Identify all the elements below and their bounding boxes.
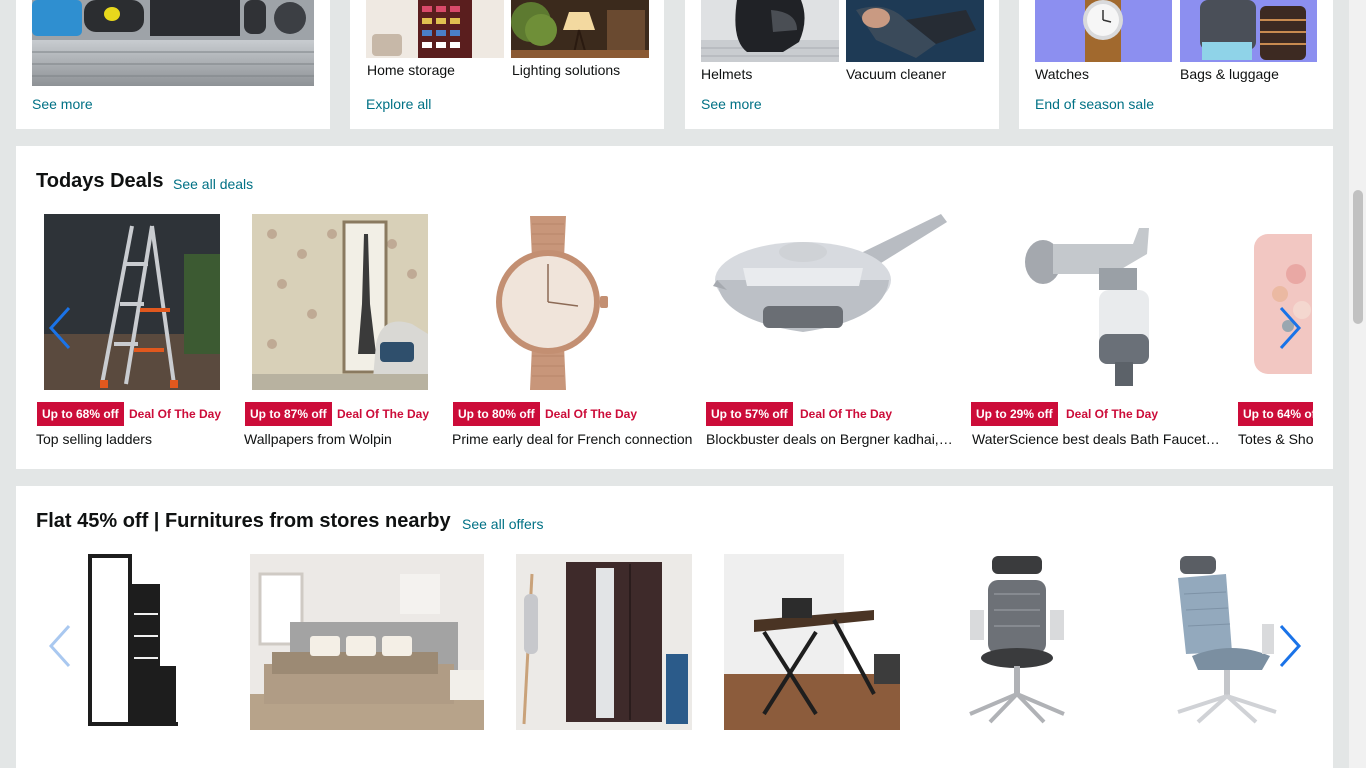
- card-home: Home storage Lighting solutions Explore …: [350, 0, 664, 129]
- lighting-solutions-image[interactable]: [511, 0, 649, 58]
- chevron-left-icon: [48, 624, 71, 668]
- see-all-offers-link[interactable]: See all offers: [462, 516, 543, 532]
- carousel-next-button[interactable]: [1270, 298, 1310, 358]
- furniture-mirror-stand-image[interactable]: [74, 554, 194, 730]
- card-fashion: Watches Bags & luggage End of season sal…: [1019, 0, 1333, 129]
- bags-luggage-image[interactable]: [1180, 0, 1317, 62]
- carousel-next-button[interactable]: [1270, 616, 1310, 676]
- deal-title[interactable]: WaterScience best deals Bath Faucets ...: [972, 431, 1220, 447]
- deal-of-the-day-label: Deal Of The Day: [800, 407, 893, 421]
- deal-badge: Up to 29% off: [971, 402, 1058, 426]
- chevron-right-icon: [1279, 306, 1302, 350]
- tile-label-vacuum-cleaner[interactable]: Vacuum cleaner: [846, 66, 946, 82]
- deal-badge: Up to 64% of: [1238, 402, 1313, 426]
- furniture-section: Flat 45% off | Furnitures from stores ne…: [16, 486, 1333, 768]
- card-automotive: Helmets Vacuum cleaner See more: [685, 0, 999, 129]
- deal-image-kadhai[interactable]: [713, 214, 947, 390]
- scroll-thumb[interactable]: [1353, 190, 1363, 324]
- see-all-deals-link[interactable]: See all deals: [173, 176, 253, 192]
- electronics-image[interactable]: [32, 0, 314, 86]
- tile-label-watches[interactable]: Watches: [1035, 66, 1089, 82]
- deal-of-the-day-label: Deal Of The Day: [1066, 407, 1159, 421]
- tile-label-lighting-solutions[interactable]: Lighting solutions: [512, 62, 620, 78]
- tile-label-home-storage[interactable]: Home storage: [367, 62, 455, 78]
- end-of-season-sale-link[interactable]: End of season sale: [1035, 96, 1154, 112]
- furniture-title: Flat 45% off | Furnitures from stores ne…: [36, 510, 451, 532]
- furniture-wardrobe-image[interactable]: [516, 554, 692, 730]
- card-electronics: See more: [16, 0, 330, 129]
- furniture-office-chair-image[interactable]: [950, 554, 1090, 730]
- see-more-link[interactable]: See more: [32, 96, 93, 112]
- deal-image-faucet[interactable]: [1023, 214, 1173, 390]
- deal-title[interactable]: Prime early deal for French connection: [452, 431, 696, 447]
- deal-title[interactable]: Blockbuster deals on Bergner kadhai, t..…: [706, 431, 954, 447]
- page-scrollbar[interactable]: [1349, 0, 1366, 768]
- furniture-bed-image[interactable]: [250, 554, 484, 730]
- tile-label-helmets[interactable]: Helmets: [701, 66, 752, 82]
- deal-of-the-day-label: Deal Of The Day: [337, 407, 430, 421]
- helmets-image[interactable]: [701, 0, 839, 62]
- home-storage-image[interactable]: [366, 0, 504, 58]
- deal-of-the-day-label: Deal Of The Day: [129, 407, 222, 421]
- watches-image[interactable]: [1035, 0, 1172, 62]
- todays-deals-title: Todays Deals: [36, 170, 164, 192]
- deal-image-watch[interactable]: [460, 214, 636, 390]
- vacuum-cleaner-image[interactable]: [846, 0, 984, 62]
- deal-title[interactable]: Top selling ladders: [36, 431, 226, 447]
- deal-badge: Up to 57% off: [706, 402, 793, 426]
- chevron-left-icon: [48, 306, 71, 350]
- deal-title[interactable]: Totes & Sho: [1238, 431, 1313, 447]
- tile-label-bags-luggage[interactable]: Bags & luggage: [1180, 66, 1279, 82]
- explore-all-link[interactable]: Explore all: [366, 96, 431, 112]
- carousel-prev-button[interactable]: [40, 616, 80, 676]
- see-more-link-automotive[interactable]: See more: [701, 96, 762, 112]
- chevron-right-icon: [1279, 624, 1302, 668]
- deal-badge: Up to 87% off: [245, 402, 332, 426]
- deal-of-the-day-label: Deal Of The Day: [545, 407, 638, 421]
- deal-badge: Up to 80% off: [453, 402, 540, 426]
- deal-badge: Up to 68% off: [37, 402, 124, 426]
- deal-title[interactable]: Wallpapers from Wolpin: [244, 431, 434, 447]
- todays-deals-section: Todays Deals See all deals Up to 68% off…: [16, 146, 1333, 469]
- furniture-desk-image[interactable]: [724, 554, 900, 730]
- deal-image-wallpaper[interactable]: [252, 214, 428, 390]
- carousel-prev-button[interactable]: [40, 298, 80, 358]
